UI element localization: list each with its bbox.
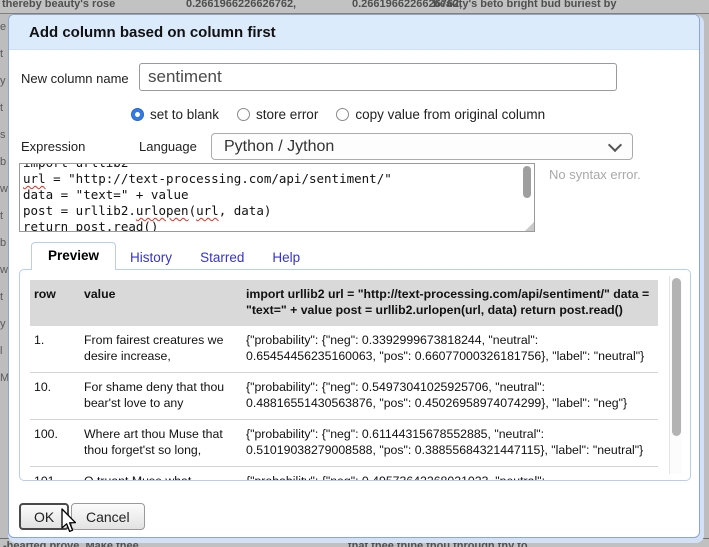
radio-copy-value[interactable]: copy value from original column: [336, 107, 545, 122]
background-table-top: thereby beauty's rose 0.2661966226626762…: [0, 0, 709, 14]
tab-preview[interactable]: Preview: [31, 242, 116, 270]
bg-cell: thereby beauty's rose: [2, 0, 115, 10]
language-select[interactable]: Python / Jython: [211, 133, 633, 160]
language-selected-value: Python / Jython: [224, 138, 334, 156]
row-index: 101.: [30, 467, 74, 481]
tab-history[interactable]: History: [116, 245, 186, 270]
chevron-down-icon: [608, 137, 622, 151]
row-value: O truant Muse what: [80, 467, 236, 481]
table-row: 10. For shame deny that thou bear'st lov…: [30, 372, 658, 419]
expression-label: Expression: [21, 139, 85, 154]
background-table-left-edge: e t y t s b w t b w t y l M: [0, 14, 8, 538]
tab-starred[interactable]: Starred: [186, 245, 258, 270]
radio-icon: [336, 108, 349, 121]
radio-icon: [237, 108, 250, 121]
preview-header-row: row value import urllib2 url = "http://t…: [30, 280, 658, 326]
new-column-name-label: New column name: [21, 71, 129, 86]
ok-button[interactable]: OK: [19, 503, 69, 530]
col-header-row: row: [30, 280, 74, 326]
row-result: {"probability": {"neg": 0.61144315678552…: [242, 420, 658, 466]
bg-cell: 0.2661966226626762,: [186, 0, 296, 10]
col-header-expression: import urllib2 url = "http://text-proces…: [242, 280, 658, 326]
expression-code: import urllib2url = "http://text-process…: [23, 163, 534, 232]
preview-table: row value import urllib2 url = "http://t…: [30, 280, 658, 481]
code-scrollbar[interactable]: [522, 166, 532, 218]
radio-label: copy value from original column: [355, 107, 545, 122]
row-index: 10.: [30, 373, 74, 419]
dialog-header: Add column based on column first: [9, 15, 699, 50]
preview-scrollbar[interactable]: [669, 276, 682, 474]
screen: thereby beauty's rose 0.2661966226626762…: [0, 0, 709, 547]
row-index: 1.: [30, 326, 74, 372]
cancel-button[interactable]: Cancel: [71, 503, 145, 530]
row-value: Where art thou Muse that thou forget'st …: [80, 420, 236, 466]
row-value: For shame deny that thou bear'st love to…: [80, 373, 236, 419]
new-column-name-input[interactable]: [139, 63, 617, 91]
preview-panel: row value import urllib2 url = "http://t…: [19, 269, 691, 481]
radio-label: store error: [256, 107, 318, 122]
radio-label: set to blank: [150, 107, 219, 122]
row-value: From fairest creatures we desire increas…: [80, 326, 236, 372]
radio-store-error[interactable]: store error: [237, 107, 318, 122]
row-result: {"probability": {"neg": 0.33929996738182…: [242, 326, 658, 372]
row-result: {"probability": {"neg": 0.54973041025925…: [242, 373, 658, 419]
radio-set-to-blank[interactable]: set to blank: [131, 107, 219, 122]
table-row: 101. O truant Muse what {"probability": …: [30, 466, 658, 481]
table-row: 100. Where art thou Muse that thou forge…: [30, 419, 658, 466]
code-scrollbar-thumb[interactable]: [523, 166, 531, 198]
row-index: 100.: [30, 420, 74, 466]
col-header-value: value: [80, 280, 236, 326]
row-result: {"probability": {"neg": 0.49573642268021…: [242, 467, 658, 481]
language-label: Language: [139, 139, 197, 154]
resize-grip-icon[interactable]: [525, 222, 534, 231]
bg-cell: beauty's beto bright bud buriest by: [433, 0, 617, 10]
tab-help[interactable]: Help: [258, 245, 314, 270]
radio-icon: [131, 108, 144, 121]
table-row: 1. From fairest creatures we desire incr…: [30, 326, 658, 372]
dialog-title: Add column based on column first: [9, 15, 699, 41]
background-table-bottom: -hearted prove. Make thee that thee thin…: [0, 538, 709, 547]
add-column-dialog: Add column based on column first New col…: [8, 14, 700, 538]
tab-bar: Preview History Starred Help: [19, 244, 314, 270]
expression-code-editor[interactable]: import urllib2url = "http://text-process…: [19, 163, 535, 232]
bg-cell: -hearted prove. Make thee: [3, 540, 139, 547]
on-error-options: set to blank store error copy value from…: [131, 107, 553, 122]
syntax-status: No syntax error.: [549, 167, 641, 182]
preview-scrollbar-thumb[interactable]: [672, 278, 681, 436]
bg-cell: that thee thine thou through thy to: [348, 540, 528, 547]
